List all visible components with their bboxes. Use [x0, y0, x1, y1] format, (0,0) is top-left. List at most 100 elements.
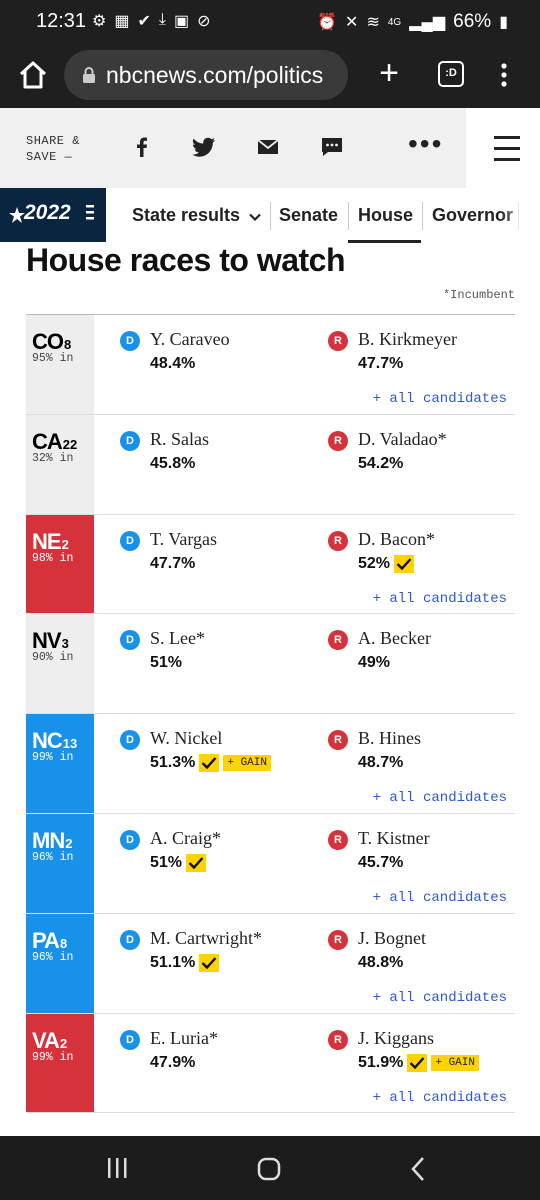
candidate-vote: 51% [150, 853, 207, 872]
candidate-vote: 51.3% + GAIN [150, 754, 271, 773]
vote-percent: 54.2% [358, 454, 404, 472]
mute-icon: ✕ [345, 14, 359, 31]
status-time: 12:31 [36, 10, 87, 32]
nav-house[interactable]: House [358, 205, 413, 226]
hamburger-menu-button[interactable] [478, 108, 540, 188]
vote-percent: 47.9% [150, 1053, 196, 1071]
candidate-name: D. Valadao* [358, 428, 447, 449]
nav-active-indicator [348, 240, 421, 243]
lock-icon [83, 67, 95, 83]
candidate-name: J. Kiggans [358, 1027, 434, 1048]
all-candidates-link[interactable]: + all candidates [373, 391, 507, 407]
network-type: 4G [387, 16, 402, 28]
browser-toolbar: nbcnews.com/politics + :D [0, 44, 540, 108]
home-nav-button[interactable] [256, 1156, 282, 1182]
candidate-name: D. Bacon* [358, 528, 435, 549]
candidate-name: M. Cartwright* [150, 927, 262, 948]
address-bar[interactable]: nbcnews.com/politics [64, 50, 348, 100]
candidate-name: T. Vargas [150, 528, 217, 549]
winner-check-icon [186, 853, 207, 872]
vote-percent: 51.1% [150, 953, 196, 971]
android-nav-bar [0, 1136, 540, 1200]
battery-icon: ▮ [499, 14, 508, 31]
share-label: SHARE & SAVE — [26, 133, 80, 165]
candidate-name: W. Nickel [150, 728, 223, 749]
sms-icon[interactable] [320, 135, 344, 159]
state-code: PA [32, 927, 60, 953]
candidate-vote: 45.8% [150, 455, 195, 473]
reporting-percent: 96% in [32, 950, 74, 964]
candidate-name: E. Luria* [150, 1027, 218, 1048]
all-candidates-link[interactable]: + all candidates [373, 790, 507, 806]
district-number: 22 [62, 436, 78, 452]
share-label-line2: SAVE — [26, 150, 73, 164]
vote-percent: 47.7% [150, 554, 196, 572]
home-button[interactable] [16, 58, 50, 92]
state-cell: CA22 32% in [26, 414, 94, 514]
candidate-vote: 48.4% [150, 355, 195, 373]
race-row: CA22 32% in D R. Salas 45.8% R D. Valada… [26, 414, 515, 515]
party-badge: R [328, 331, 348, 351]
all-candidates-link[interactable]: + all candidates [373, 1090, 507, 1106]
races-table: CO8 95% in D Y. Caraveo 48.4% R B. Kirkm… [26, 314, 515, 1114]
race-row: NE2 98% in D T. Vargas 47.7% R D. Bacon*… [26, 514, 515, 615]
vote-percent: 48.8% [358, 953, 404, 971]
vote-percent: 48.4% [150, 355, 196, 372]
system-icons: ⏰ ✕ ≋ 4G ▂▄▆ 66% ▮ [317, 11, 508, 33]
nav-state-results[interactable]: State results [132, 205, 261, 226]
gain-badge: + GAIN [223, 755, 271, 772]
vote-percent: 48.7% [358, 754, 404, 772]
stripes-icon [86, 205, 94, 220]
chevron-down-icon [249, 213, 261, 222]
candidate-vote: 51% [150, 654, 182, 672]
state-code: VA [32, 1027, 60, 1053]
vote-percent: 47.7% [358, 355, 404, 372]
party-badge: R [328, 430, 348, 451]
web-page: SHARE & SAVE — ••• 2022 State results Se… [0, 108, 540, 1136]
election-logo[interactable]: 2022 [0, 188, 106, 242]
candidate-vote: 51.9% + GAIN [358, 1053, 479, 1072]
all-candidates-link[interactable]: + all candidates [373, 591, 507, 607]
state-cell: NC13 99% in [26, 714, 94, 813]
nav-senate[interactable]: Senate [279, 205, 338, 226]
nav-divider [422, 202, 423, 230]
email-icon[interactable] [256, 135, 280, 159]
district-number: 2 [65, 835, 73, 851]
logo-text: 2022 [24, 201, 71, 224]
reporting-percent: 90% in [32, 651, 74, 665]
party-badge: R [328, 829, 348, 850]
reporting-percent: 99% in [32, 1050, 74, 1064]
state-cell: VA2 99% in [26, 1013, 94, 1113]
nav-divider [348, 202, 349, 230]
candidate-vote: 45.7% [358, 854, 403, 872]
browser-menu-button[interactable] [494, 60, 514, 90]
candidate-name: A. Becker [358, 628, 431, 649]
more-share-button[interactable]: ••• [408, 130, 443, 158]
party-badge: R [328, 929, 348, 950]
all-candidates-link[interactable]: + all candidates [373, 890, 507, 906]
new-tab-button[interactable]: + [374, 56, 404, 90]
recent-apps-button[interactable] [106, 1156, 128, 1180]
candidate-name: B. Hines [358, 728, 421, 749]
check-circle-icon: ✔ [137, 13, 151, 30]
state-cell: PA8 96% in [26, 913, 94, 1013]
nav-state-results-label: State results [132, 205, 241, 225]
reporting-percent: 96% in [32, 850, 74, 864]
tab-switcher-button[interactable]: :D [438, 61, 464, 87]
all-candidates-link[interactable]: + all candidates [373, 990, 507, 1006]
district-number: 2 [61, 536, 69, 552]
twitter-icon[interactable] [192, 135, 216, 159]
section-nav: 2022 State results Senate House Governor [0, 188, 540, 244]
party-badge: R [328, 630, 348, 651]
candidate-name: A. Craig* [150, 827, 221, 848]
reporting-percent: 32% in [32, 451, 74, 465]
navigation-icon: ⊘ [197, 13, 211, 30]
party-badge: R [328, 1029, 348, 1050]
winner-check-icon [199, 754, 220, 773]
facebook-icon[interactable] [130, 135, 154, 159]
reporting-percent: 95% in [32, 352, 74, 365]
hamburger-icon [494, 136, 520, 139]
district-number: 2 [59, 1035, 68, 1051]
vote-percent: 45.8% [150, 454, 196, 472]
back-button[interactable] [410, 1156, 426, 1182]
